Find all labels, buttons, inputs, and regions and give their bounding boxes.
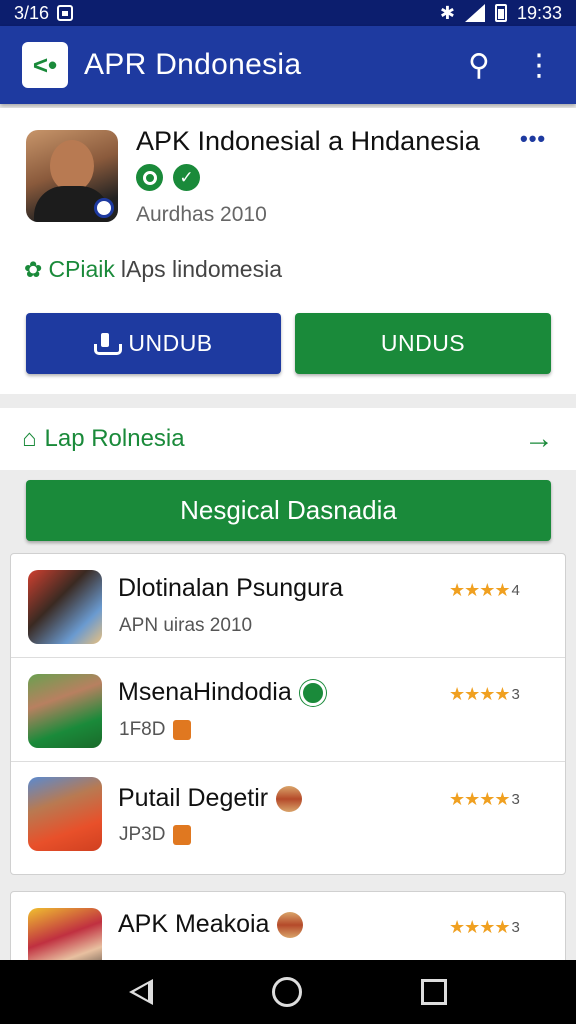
list-item-thumbnail bbox=[28, 674, 102, 748]
notification-icon bbox=[57, 5, 74, 21]
gear-icon: ✿ bbox=[24, 256, 43, 282]
download-button-secondary[interactable]: UNDUS bbox=[295, 313, 551, 374]
app-name: APK Indonesial a Hndanesia bbox=[136, 126, 480, 156]
back-logo-icon[interactable]: <• bbox=[22, 42, 68, 88]
section-header[interactable]: ⌂ Lap Rolnesia → bbox=[0, 408, 576, 470]
circle-badge-icon bbox=[136, 164, 163, 191]
home-icon[interactable] bbox=[271, 977, 302, 1007]
app-bar: <• APR Dndonesia ⚲ ⋮ bbox=[0, 26, 576, 104]
rating-count: 4 bbox=[511, 582, 520, 599]
more-vert-icon[interactable]: ⋮ bbox=[524, 48, 554, 83]
arrow-right-icon[interactable]: → bbox=[524, 422, 554, 456]
list-item[interactable]: Dlotinalan Psungura APN uiras 2010 ★★★★ 4 bbox=[11, 554, 565, 658]
status-bar: 3/16 ✱ 19:33 bbox=[0, 0, 576, 26]
system-nav-bar bbox=[0, 960, 576, 1024]
rating: ★★★★ 3 bbox=[449, 684, 520, 704]
category-prefix: CPiaik bbox=[48, 256, 115, 282]
list-item-thumbnail bbox=[28, 570, 102, 644]
more-options-icon[interactable]: ••• bbox=[520, 126, 546, 152]
food-icon bbox=[277, 911, 304, 938]
list-item[interactable]: MsenaHindodia 1F8D ★★★★ 3 bbox=[11, 658, 565, 762]
signal-icon bbox=[464, 4, 485, 22]
rating-count: 3 bbox=[511, 791, 520, 808]
back-icon[interactable] bbox=[129, 979, 154, 1005]
list-item-title: APK Meakoia bbox=[118, 910, 304, 939]
app-bar-title: APR Dndonesia bbox=[84, 48, 302, 81]
status-time-right: 19:33 bbox=[516, 2, 562, 23]
status-time-left: 3/16 bbox=[14, 2, 50, 23]
list-item[interactable]: APK Meakoia ★★★★ 3 bbox=[10, 891, 566, 971]
list-item-subtitle: APN uiras 2010 bbox=[119, 615, 253, 636]
list-item-title: Dlotinalan Psungura bbox=[118, 574, 344, 602]
store-icon: ⌂ bbox=[22, 425, 37, 452]
download-button-secondary-label: UNDUS bbox=[380, 330, 466, 356]
rating: ★★★★ 4 bbox=[449, 580, 520, 600]
search-icon[interactable]: ⚲ bbox=[468, 48, 490, 83]
list-item[interactable]: Putail Degetir JP3D ★★★★ 3 bbox=[11, 762, 565, 866]
list-item-thumbnail bbox=[28, 777, 102, 851]
rating: ★★★★ 3 bbox=[449, 789, 520, 809]
category-row[interactable]: ✿ CPiaik lAps lindomesia bbox=[24, 256, 282, 283]
download-button-label: UNDUB bbox=[128, 330, 213, 356]
list-item-title: Putail Degetir bbox=[118, 784, 303, 813]
download-icon bbox=[94, 332, 123, 355]
battery-icon bbox=[494, 4, 507, 22]
app-icon bbox=[26, 130, 118, 222]
list-item-subtitle: 1F8D bbox=[119, 719, 192, 741]
badge-icon bbox=[299, 679, 326, 706]
badges: ✓ bbox=[136, 164, 200, 191]
app-subtitle: Aurdhas 2010 bbox=[136, 203, 267, 226]
rating-count: 3 bbox=[511, 919, 520, 936]
list-item-subtitle: JP3D bbox=[119, 824, 192, 846]
category-banner-button[interactable]: Nesgical Dasnadia bbox=[26, 480, 551, 541]
download-button-primary[interactable]: UNDUB bbox=[26, 313, 281, 374]
food-icon bbox=[276, 785, 303, 812]
rating: ★★★★ 3 bbox=[449, 917, 520, 937]
app-category-icon bbox=[173, 825, 192, 845]
check-badge-icon: ✓ bbox=[173, 164, 200, 191]
app-category-icon bbox=[173, 720, 192, 740]
bluetooth-icon: ✱ bbox=[439, 2, 455, 23]
app-list: Dlotinalan Psungura APN uiras 2010 ★★★★ 4… bbox=[10, 553, 566, 875]
list-item-title: MsenaHindodia bbox=[118, 678, 326, 707]
recent-apps-icon[interactable] bbox=[420, 979, 447, 1005]
verified-icon bbox=[94, 198, 114, 218]
category-text: lAps lindomesia bbox=[120, 256, 282, 282]
section-title: Lap Rolnesia bbox=[44, 425, 185, 452]
rating-count: 3 bbox=[511, 686, 520, 703]
